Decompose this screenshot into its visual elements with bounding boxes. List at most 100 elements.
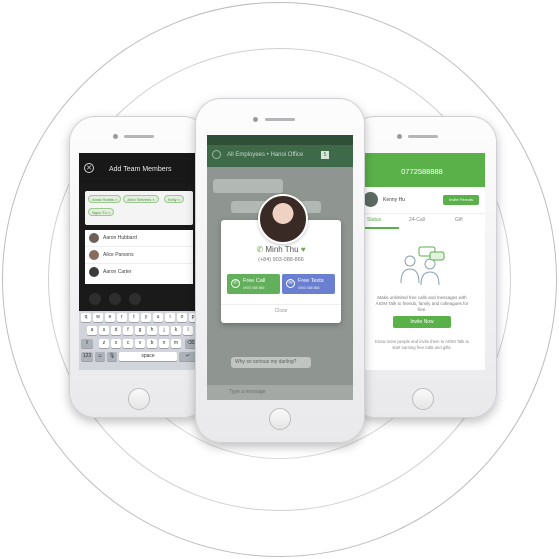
key[interactable]: e <box>105 313 115 322</box>
active-tab-indicator <box>363 227 399 229</box>
selected-members-box[interactable]: Anna Hobbs × John Stevens × Kelly × Ngoc… <box>85 191 193 225</box>
key[interactable]: m <box>171 339 181 348</box>
key[interactable]: w <box>93 313 103 322</box>
contact-name: Aaron Hubbard <box>103 235 137 241</box>
key[interactable]: j <box>159 326 169 335</box>
key[interactable]: y <box>141 313 151 322</box>
list-item[interactable]: Aaron Hubbard <box>85 230 193 247</box>
contact-name: Alice Parsons <box>103 252 134 258</box>
key[interactable]: b <box>147 339 157 348</box>
speaker <box>265 118 295 121</box>
message-icon: ✉ <box>286 279 295 288</box>
key[interactable]: v <box>135 339 145 348</box>
invite-now-button[interactable]: Invite Now <box>393 316 451 328</box>
avatar <box>89 267 99 277</box>
key[interactable]: c <box>123 339 133 348</box>
key[interactable]: d <box>111 326 121 335</box>
key[interactable]: r <box>117 313 127 322</box>
header: 0772588888 <box>359 153 485 187</box>
space-key[interactable]: space <box>119 352 177 361</box>
close-button[interactable]: Close <box>221 304 341 314</box>
tab-gift[interactable]: Gift <box>455 217 463 223</box>
key[interactable]: i <box>165 313 175 322</box>
key[interactable]: t <box>129 313 139 322</box>
home-button[interactable] <box>412 388 434 410</box>
key[interactable]: o <box>177 313 187 322</box>
phone-left: ✕ Add Team Members Anna Hobbs × John Ste… <box>69 116 209 418</box>
member-chip[interactable]: Kelly × <box>164 195 185 203</box>
front-camera <box>253 117 258 122</box>
screen-title: Add Team Members <box>109 166 172 173</box>
tab-24-call[interactable]: 24-Call <box>409 217 425 223</box>
description-text: Make unlimited free calls and messages w… <box>375 295 469 312</box>
list-item[interactable]: Aaron Carter <box>85 264 193 281</box>
key[interactable]: f <box>123 326 133 335</box>
key[interactable]: l <box>183 326 193 335</box>
contact-list: Aaron Hubbard Alice Parsons Aaron Carter <box>85 230 193 284</box>
user-row: Kenny Hu Invite Friends <box>359 187 485 214</box>
user-name: Kenny Hu <box>383 197 405 203</box>
member-chip[interactable]: Ngoc Tu × <box>88 208 115 216</box>
avatar <box>129 293 141 305</box>
list-item[interactable]: Alice Parsons <box>85 247 193 264</box>
contact-phone: (+84) 903-088-866 <box>258 257 304 263</box>
screen-profile: 0772588888 Kenny Hu Invite Friends Statu… <box>359 153 485 370</box>
member-chip[interactable]: John Stevens × <box>123 195 159 203</box>
message-input-bar[interactable]: Type a message <box>207 385 353 400</box>
footer-text: Know more people and invite them to AIOM… <box>375 339 469 350</box>
keyboard: q w e r t y u i o p a s d f g h j k l ⇧ … <box>79 311 199 370</box>
key[interactable]: k <box>171 326 181 335</box>
key[interactable]: a <box>87 326 97 335</box>
screen-add-team-members: ✕ Add Team Members Anna Hobbs × John Ste… <box>79 153 199 370</box>
avatar <box>89 293 101 305</box>
speaker <box>408 135 438 138</box>
free-texts-button[interactable]: ✉ Free Texts 0903 088 866 <box>282 274 335 294</box>
button-sublabel: 0903 088 866 <box>298 286 320 290</box>
key[interactable]: g <box>135 326 145 335</box>
speaker <box>124 135 154 138</box>
key[interactable]: h <box>147 326 157 335</box>
phone-icon: ✆ <box>256 245 264 254</box>
key[interactable]: z <box>99 339 109 348</box>
emoji-key[interactable]: ☺ <box>95 352 105 361</box>
invite-friends-button[interactable]: Invite Friends <box>443 195 479 205</box>
avatar <box>109 293 121 305</box>
header: All Employees • Hanoi Office 5 <box>207 145 353 167</box>
message-input[interactable]: Type a message <box>229 389 266 395</box>
close-icon[interactable]: ✕ <box>84 163 94 173</box>
member-chip[interactable]: Anna Hobbs × <box>88 195 122 203</box>
key[interactable]: n <box>159 339 169 348</box>
tab-bar: Status 24-Call Gift <box>359 214 485 229</box>
numbers-key[interactable]: 123 <box>81 352 93 361</box>
heart-icon: ♥ <box>300 245 306 254</box>
phone-middle: All Employees • Hanoi Office 5 Why so se… <box>195 98 365 443</box>
key[interactable]: x <box>111 339 121 348</box>
message-bubble <box>213 179 283 193</box>
free-call-button[interactable]: ✆ Free Call 0903 088 866 <box>227 274 280 294</box>
key[interactable]: u <box>153 313 163 322</box>
status-bar <box>207 135 353 145</box>
home-button[interactable] <box>128 388 150 410</box>
screen-title: 0772588888 <box>401 167 443 176</box>
key[interactable]: q <box>81 313 91 322</box>
contact-name: ✆ Minh Thu ♥ <box>256 245 306 254</box>
contact-avatar <box>258 194 308 244</box>
microphone-icon[interactable]: 🎙 <box>107 352 117 361</box>
message-bubble: Why so serious my darling? <box>231 357 311 368</box>
header: ✕ Add Team Members <box>79 153 199 183</box>
people-chat-illustration-icon <box>400 246 445 286</box>
back-icon[interactable] <box>212 150 221 159</box>
key[interactable]: s <box>99 326 109 335</box>
avatar <box>89 250 99 260</box>
chat-title: All Employees • Hanoi Office <box>227 152 304 158</box>
screen-chat: All Employees • Hanoi Office 5 Why so se… <box>207 135 353 400</box>
button-label: Free Call <box>243 278 266 284</box>
front-camera <box>397 134 402 139</box>
button-sublabel: 0903 088 866 <box>243 286 265 290</box>
home-button[interactable] <box>269 408 291 430</box>
tab-status[interactable]: Status <box>367 217 381 223</box>
button-label: Free Texts <box>298 278 324 284</box>
avatar <box>89 233 99 243</box>
shift-key[interactable]: ⇧ <box>81 339 93 348</box>
message-text: Why so serious my darling? <box>235 359 297 365</box>
